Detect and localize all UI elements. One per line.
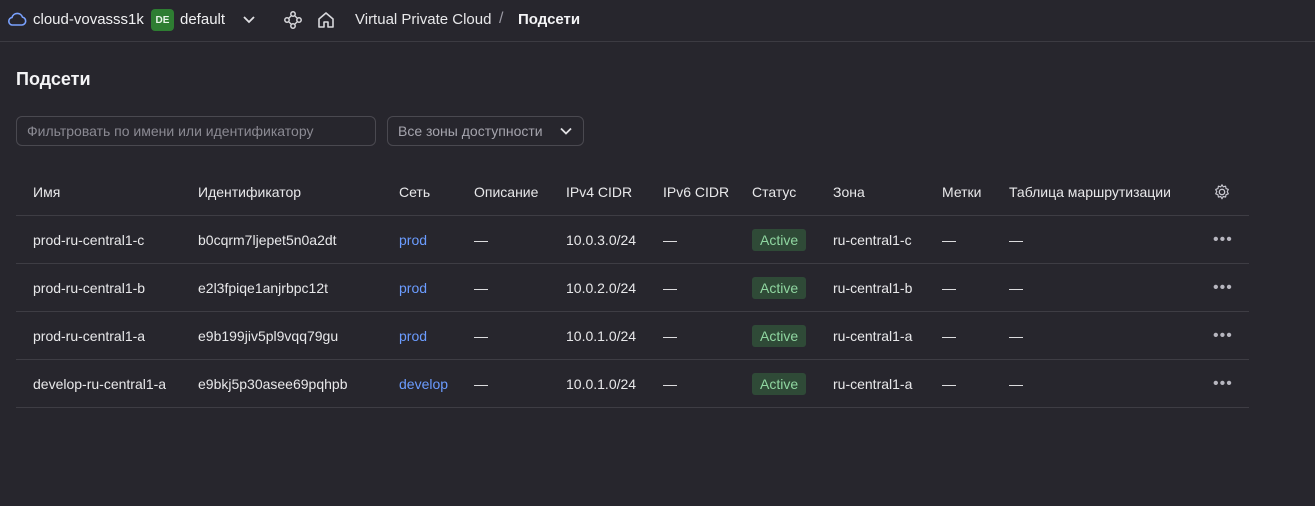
cell-zone: ru-central1-a — [816, 311, 925, 360]
more-icon[interactable]: ••• — [1213, 375, 1233, 392]
cell-network: develop — [382, 359, 457, 408]
nodes-icon[interactable] — [283, 10, 303, 30]
cell-route-table: — — [992, 359, 1196, 408]
gear-icon[interactable] — [1213, 183, 1231, 201]
cell-network: prod — [382, 311, 457, 360]
column-header-description[interactable]: Описание — [457, 168, 549, 216]
cell-ipv4: 10.0.3.0/24 — [549, 215, 646, 264]
cell-route-table: — — [992, 215, 1196, 264]
more-icon[interactable]: ••• — [1213, 327, 1233, 344]
cell-description: — — [457, 359, 549, 408]
subnet-name[interactable]: prod-ru-central1-a — [33, 328, 145, 344]
cell-actions: ••• — [1196, 359, 1249, 408]
status-badge: Active — [752, 276, 807, 299]
column-header-ipv6[interactable]: IPv6 CIDR — [646, 168, 735, 216]
folder-badge: DE — [151, 9, 174, 31]
cell-id: e9b199jiv5pl9vqq79gu — [181, 311, 382, 360]
cloud-icon — [8, 12, 27, 26]
subnet-name[interactable]: prod-ru-central1-b — [33, 280, 145, 296]
cell-zone: ru-central1-b — [816, 263, 925, 312]
chevron-down-icon — [560, 127, 572, 135]
cell-name: develop-ru-central1-a — [16, 359, 181, 408]
cell-actions: ••• — [1196, 215, 1249, 264]
cell-ipv4: 10.0.1.0/24 — [549, 311, 646, 360]
cell-id: b0cqrm7ljepet5n0a2dt — [181, 215, 382, 264]
cell-description: — — [457, 263, 549, 312]
cell-status: Active — [735, 359, 816, 408]
folder-name[interactable]: default — [180, 11, 225, 28]
cell-actions: ••• — [1196, 263, 1249, 312]
table-row[interactable]: prod-ru-central1-c b0cqrm7ljepet5n0a2dt … — [16, 215, 1249, 264]
cell-network: prod — [382, 215, 457, 264]
column-header-ipv4[interactable]: IPv4 CIDR — [549, 168, 646, 216]
cell-id: e9bkj5p30asee69pqhpb — [181, 359, 382, 408]
network-link[interactable]: develop — [399, 376, 448, 392]
cell-status: Active — [735, 311, 816, 360]
cell-description: — — [457, 215, 549, 264]
column-header-zone[interactable]: Зона — [816, 168, 925, 216]
column-header-id[interactable]: Идентификатор — [181, 168, 382, 216]
cell-ipv6: — — [646, 311, 735, 360]
cell-description: — — [457, 311, 549, 360]
cell-status: Active — [735, 215, 816, 264]
cell-ipv6: — — [646, 359, 735, 408]
cell-route-table: — — [992, 263, 1196, 312]
status-badge: Active — [752, 372, 807, 395]
cell-labels: — — [925, 263, 992, 312]
network-link[interactable]: prod — [399, 280, 427, 296]
cell-actions: ••• — [1196, 311, 1249, 360]
top-bar: cloud-vovasss1k DE default Virtual Priva… — [0, 0, 1315, 42]
cell-zone: ru-central1-c — [816, 215, 925, 264]
chevron-down-icon[interactable] — [241, 13, 257, 27]
cell-zone: ru-central1-a — [816, 359, 925, 408]
table-row[interactable]: prod-ru-central1-b e2l3fpiqe1anjrbpc12t … — [16, 263, 1249, 312]
cell-ipv6: — — [646, 215, 735, 264]
cell-route-table: — — [992, 311, 1196, 360]
table-header-row: Имя Идентификатор Сеть Описание IPv4 CID… — [16, 168, 1249, 216]
more-icon[interactable]: ••• — [1213, 231, 1233, 248]
cloud-name[interactable]: cloud-vovasss1k — [33, 11, 144, 28]
column-header-name[interactable]: Имя — [16, 168, 181, 216]
zone-select[interactable]: Все зоны доступности — [387, 116, 584, 146]
table-row[interactable]: prod-ru-central1-a e9b199jiv5pl9vqq79gu … — [16, 311, 1249, 360]
cell-name: prod-ru-central1-b — [16, 263, 181, 312]
status-badge: Active — [752, 324, 807, 347]
subnet-name[interactable]: prod-ru-central1-c — [33, 232, 144, 248]
table-row[interactable]: develop-ru-central1-a e9bkj5p30asee69pqh… — [16, 359, 1249, 408]
page-title: Подсети — [16, 69, 91, 89]
zone-select-value: Все зоны доступности — [398, 123, 543, 139]
cell-labels: — — [925, 359, 992, 408]
column-header-status[interactable]: Статус — [735, 168, 816, 216]
column-header-network[interactable]: Сеть — [382, 168, 457, 216]
cell-status: Active — [735, 263, 816, 312]
breadcrumb-separator: / — [499, 10, 504, 27]
cell-network: prod — [382, 263, 457, 312]
cell-name: prod-ru-central1-c — [16, 215, 181, 264]
cell-ipv4: 10.0.1.0/24 — [549, 359, 646, 408]
cell-ipv6: — — [646, 263, 735, 312]
cell-id: e2l3fpiqe1anjrbpc12t — [181, 263, 382, 312]
network-link[interactable]: prod — [399, 328, 427, 344]
column-settings[interactable] — [1196, 168, 1249, 216]
column-header-route-table[interactable]: Таблица маршрутизации — [992, 168, 1196, 216]
more-icon[interactable]: ••• — [1213, 279, 1233, 296]
filter-input[interactable] — [16, 116, 376, 146]
cell-name: prod-ru-central1-a — [16, 311, 181, 360]
breadcrumb-current: Подсети — [518, 11, 581, 28]
subnet-name[interactable]: develop-ru-central1-a — [33, 376, 166, 392]
home-icon[interactable] — [316, 10, 336, 30]
breadcrumb-service[interactable]: Virtual Private Cloud — [355, 11, 491, 28]
cell-labels: — — [925, 311, 992, 360]
cell-labels: — — [925, 215, 992, 264]
cell-ipv4: 10.0.2.0/24 — [549, 263, 646, 312]
status-badge: Active — [752, 228, 807, 251]
column-header-labels[interactable]: Метки — [925, 168, 992, 216]
subnets-table: Имя Идентификатор Сеть Описание IPv4 CID… — [16, 168, 1249, 408]
network-link[interactable]: prod — [399, 232, 427, 248]
